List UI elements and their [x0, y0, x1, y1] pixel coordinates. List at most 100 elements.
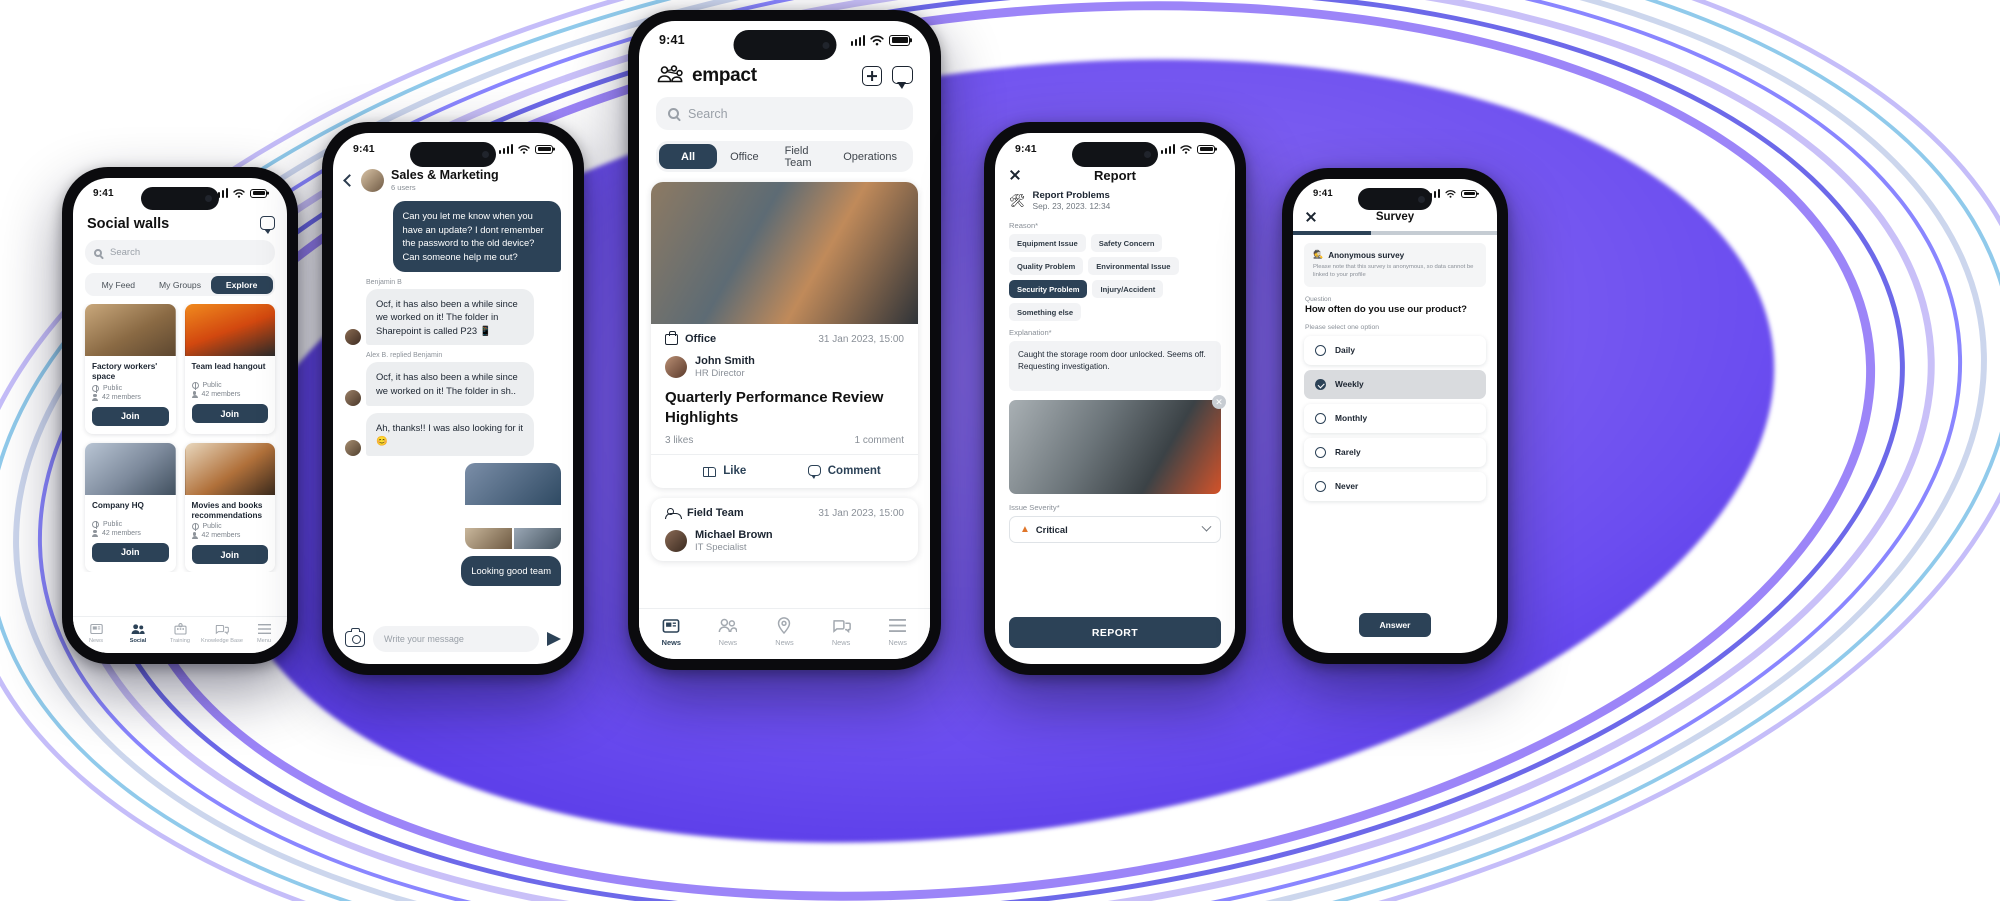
join-button[interactable]: Join: [92, 406, 169, 426]
dynamic-island: [410, 142, 496, 167]
severity-icon: ▲: [1020, 524, 1030, 535]
chat-icon[interactable]: [892, 66, 913, 89]
anonymous-title: 🕵 Anonymous survey: [1313, 250, 1405, 260]
message-image-attachment[interactable]: [465, 462, 561, 549]
wrench-icon: 🛠: [1009, 193, 1026, 208]
news-icon: [89, 623, 103, 636]
option-monthly[interactable]: Monthly: [1304, 403, 1486, 433]
phone-feed: 9:41 empact Search All Office Field Team…: [628, 10, 941, 670]
tab-menu[interactable]: News: [869, 617, 926, 647]
tab-explore[interactable]: Explore: [210, 275, 273, 294]
severity-label: Issue Severity*: [1009, 503, 1060, 512]
radio-icon: [1315, 344, 1326, 356]
group-members: 42 members: [85, 529, 176, 537]
chip-something-else[interactable]: Something else: [1009, 303, 1082, 321]
comment-icon: [807, 465, 821, 480]
tab-menu[interactable]: Menu: [243, 623, 285, 644]
globe-icon: [191, 523, 199, 531]
answer-button[interactable]: Answer: [1359, 613, 1431, 637]
people-icon: [131, 623, 145, 636]
group-card[interactable]: Factory workers' space Public 42 members…: [85, 304, 176, 434]
tab-location[interactable]: News: [756, 617, 813, 647]
message-row: Ocf, it has also been a while since we w…: [345, 288, 561, 346]
like-count: 3 likes: [665, 435, 694, 447]
chip-environmental-issue[interactable]: Environmental Issue: [1088, 257, 1179, 275]
avatar: [665, 530, 687, 553]
group-card[interactable]: Company HQ Public 42 members Join: [85, 442, 176, 572]
radio-checked-icon: [1315, 378, 1326, 390]
group-members: 42 members: [185, 391, 276, 398]
post-timestamp: 31 Jan 2023, 15:00: [818, 333, 904, 345]
avatar: [345, 329, 361, 346]
camera-icon[interactable]: [345, 628, 365, 647]
tab-social[interactable]: News: [700, 617, 757, 647]
group-card[interactable]: Team lead hangout Public 42 members Join: [184, 304, 276, 434]
remove-photo-icon[interactable]: ✕: [1212, 395, 1226, 409]
feed-post[interactable]: Field Team 31 Jan 2023, 15:00 Michael Br…: [651, 498, 918, 562]
tab-label: News: [831, 638, 851, 647]
chat-icon[interactable]: [260, 216, 275, 234]
chip-equipment-issue[interactable]: Equipment Issue: [1009, 234, 1086, 252]
back-icon[interactable]: [343, 174, 356, 187]
tab-chat[interactable]: News: [813, 617, 870, 647]
like-button[interactable]: Like: [665, 464, 785, 478]
group-name: Factory workers' space: [92, 362, 158, 382]
option-never[interactable]: Never: [1304, 471, 1486, 501]
send-icon[interactable]: [547, 632, 561, 646]
battery-icon: [250, 188, 267, 198]
chip-security-problem[interactable]: Security Problem: [1009, 280, 1088, 298]
tab-my-feed[interactable]: My Feed: [88, 276, 150, 294]
brand: empact: [656, 65, 757, 87]
chip-injury-accident[interactable]: Injury/Accident: [1092, 280, 1164, 298]
join-button[interactable]: Join: [92, 542, 169, 562]
comment-button[interactable]: Comment: [785, 464, 905, 480]
option-weekly[interactable]: Weekly: [1304, 369, 1486, 399]
tab-label: News: [775, 638, 794, 647]
tab-my-groups[interactable]: My Groups: [149, 276, 211, 294]
menu-icon: [257, 623, 271, 636]
feed-post[interactable]: Office 31 Jan 2023, 15:00 John Smith HR …: [651, 182, 918, 489]
message-bubble-outgoing: Looking good team: [461, 555, 561, 586]
tab-news[interactable]: News: [643, 617, 700, 647]
tab-label: Knowledge Base: [201, 638, 243, 644]
search-input[interactable]: Search: [85, 240, 275, 265]
wifi-icon: [1180, 144, 1192, 154]
tab-field-team[interactable]: Field Team: [772, 144, 831, 169]
person-icon: [191, 391, 198, 398]
tab-social[interactable]: Social: [117, 623, 159, 644]
search-input[interactable]: Search: [656, 97, 913, 130]
join-button[interactable]: Join: [191, 404, 268, 423]
battery-icon: [1461, 189, 1477, 198]
anonymous-icon: 🕵: [1313, 250, 1324, 259]
group-card[interactable]: Movies and books recommendations Public …: [184, 442, 275, 572]
reason-chip-group: Equipment Issue Safety Concern Quality P…: [995, 234, 1235, 328]
wifi-icon: [870, 34, 884, 45]
tab-office[interactable]: Office: [717, 144, 772, 169]
signal-icon: [498, 144, 513, 154]
explanation-textarea[interactable]: Caught the storage room door unlocked. S…: [1009, 341, 1221, 391]
tab-training[interactable]: Training: [159, 623, 201, 644]
tab-all[interactable]: All: [659, 144, 718, 169]
phone-chat: 9:41 Sales & Marketing 6 users Can you l…: [322, 122, 584, 675]
status-time: 9:41: [93, 187, 114, 199]
status-time: 9:41: [353, 143, 375, 155]
option-daily[interactable]: Daily: [1304, 335, 1486, 365]
submit-report-button[interactable]: REPORT: [1009, 617, 1221, 648]
post-actions: Like Comment: [651, 455, 918, 488]
option-rarely[interactable]: Rarely: [1304, 437, 1486, 467]
tab-operations[interactable]: Operations: [830, 144, 910, 169]
report-heading: Report Problems: [1032, 190, 1110, 201]
add-icon[interactable]: [862, 66, 882, 86]
message-input[interactable]: Write your message: [373, 626, 539, 652]
tab-knowledge-base[interactable]: Knowledge Base: [201, 623, 243, 644]
wifi-icon: [1445, 189, 1456, 198]
radio-icon: [1315, 412, 1326, 424]
person-icon: [191, 532, 198, 539]
chip-quality-problem[interactable]: Quality Problem: [1009, 257, 1084, 275]
join-button[interactable]: Join: [191, 545, 268, 564]
author-name: Michael Brown: [695, 529, 773, 542]
chip-safety-concern[interactable]: Safety Concern: [1090, 234, 1163, 252]
severity-select[interactable]: ▲ Critical: [1009, 516, 1221, 543]
report-photo-attachment[interactable]: ✕: [1009, 395, 1226, 494]
tab-news[interactable]: News: [75, 623, 117, 644]
